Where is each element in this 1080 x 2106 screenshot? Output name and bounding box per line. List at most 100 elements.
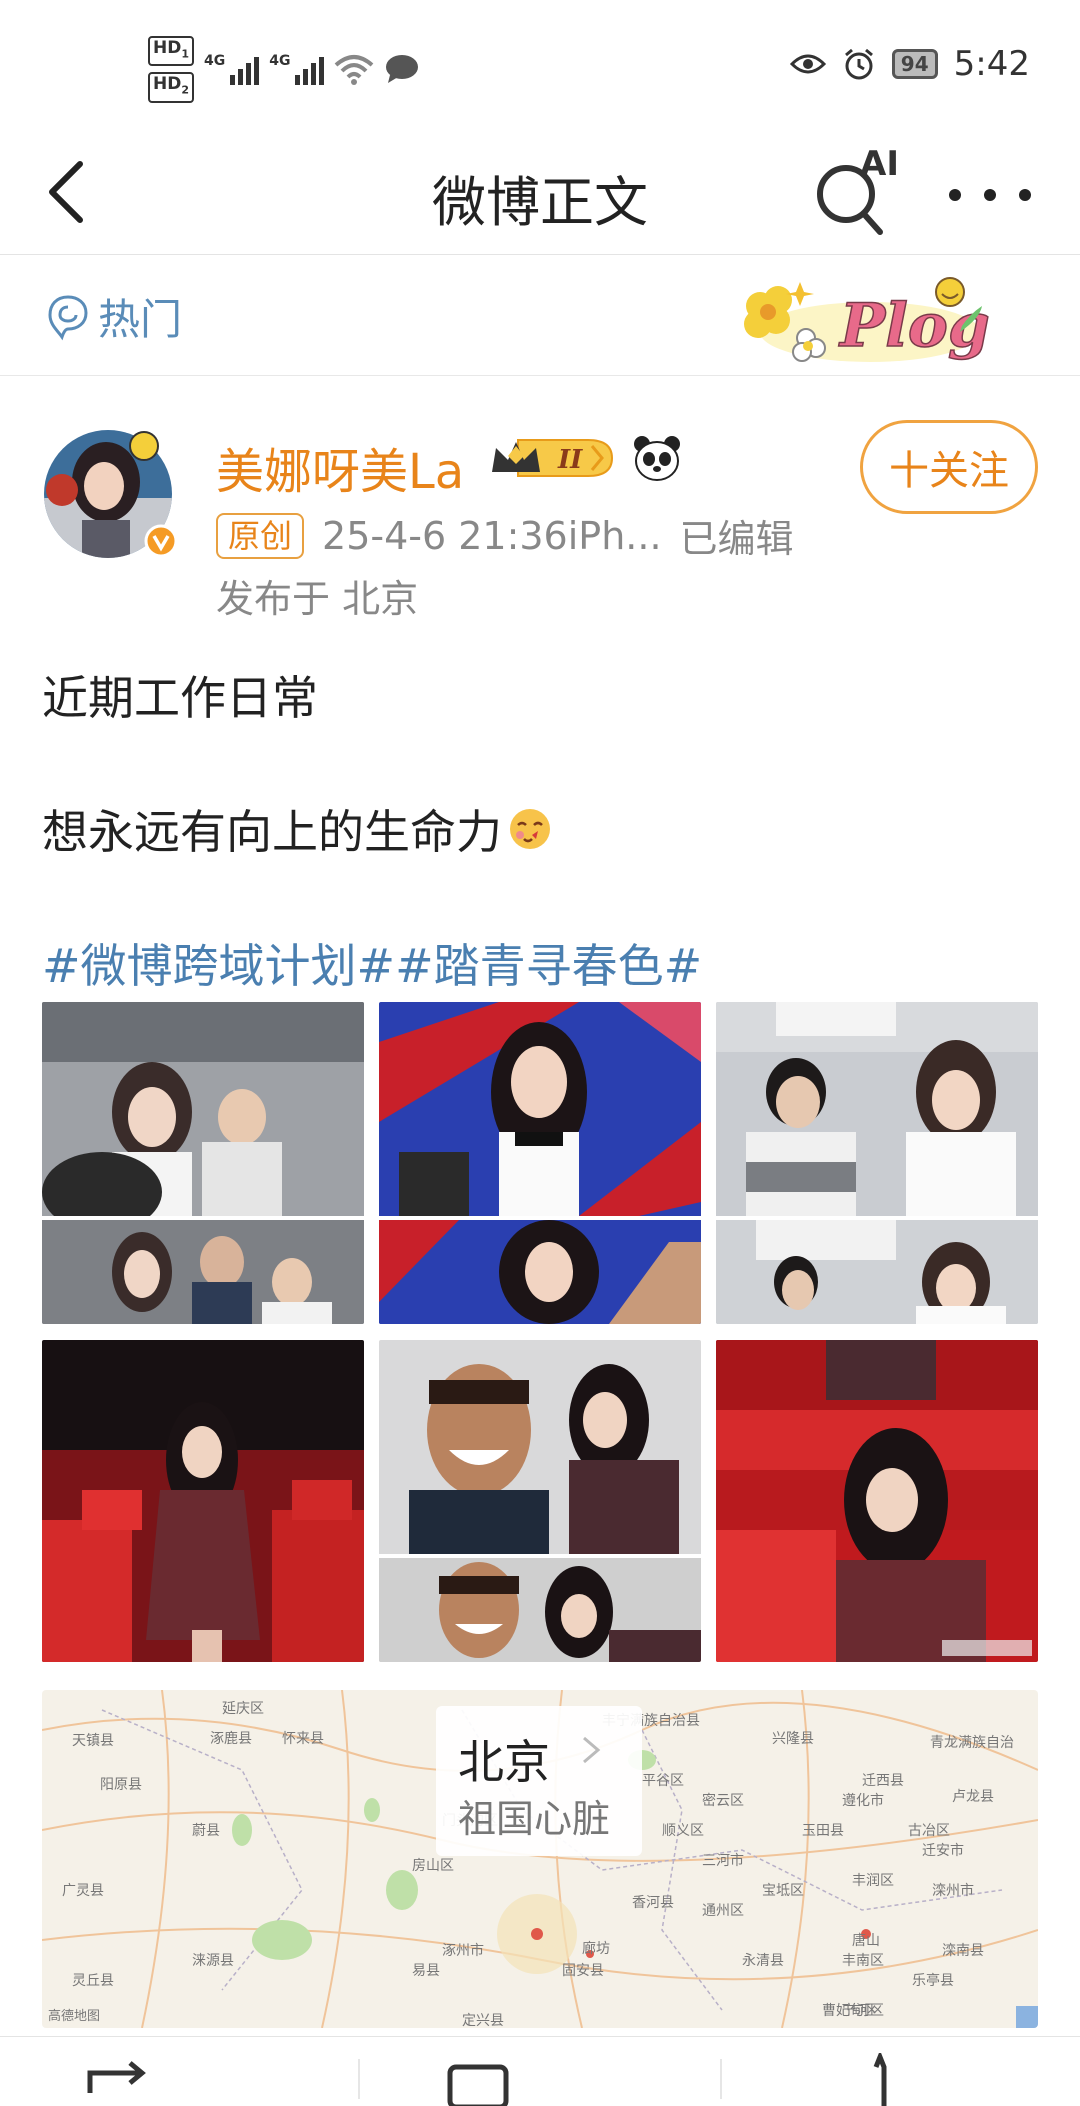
map-place-label: 蔚县: [192, 1823, 220, 1839]
post-timestamp: 25-4-6 21:36iPh...: [322, 513, 662, 558]
status-left: HD1 HD2 4G 4G: [148, 36, 420, 103]
map-location-card[interactable]: 北京 祖国心脏: [436, 1706, 642, 1856]
map-place-label: 遵化市: [842, 1793, 884, 1809]
clock: 5:42: [953, 44, 1030, 84]
topic-strip: 热门 Plog: [0, 256, 1080, 376]
map-subtitle: 祖国心脏: [458, 1797, 611, 1841]
map-place-label: 永清县: [742, 1953, 784, 1969]
map-place-label: 固安县: [562, 1963, 604, 1979]
map-place-label: 滦州市: [932, 1883, 974, 1899]
map-place-label: 通州区: [702, 1903, 744, 1919]
map-place-label: 密云区: [702, 1793, 744, 1809]
panda-icon: [634, 436, 680, 481]
wifi-icon: [335, 55, 374, 86]
map-place-label: 迁安市: [922, 1843, 964, 1859]
map-place-label: 青龙满族自治: [930, 1735, 1014, 1751]
map-place-label: 曹妃甸区: [822, 2003, 878, 2019]
flower-icon: [744, 286, 792, 338]
post-line-2: 想永远有向上的生命力: [42, 805, 502, 859]
photo-4[interactable]: [42, 1340, 364, 1662]
author-name[interactable]: 美娜呀美La: [216, 432, 464, 502]
map-place-label: 丰润区: [852, 1873, 894, 1889]
hot-link[interactable]: 热门: [46, 286, 182, 347]
map-place-label: 阳原县: [100, 1777, 142, 1793]
post-meta: 原创 25-4-6 21:36iPh... 已编辑: [216, 508, 794, 563]
location-map[interactable]: 延庆区怀来县涿鹿县平谷区密云区兴隆县顺义区门头沟区通州区房山区廊坊三河市玉田县丰…: [42, 1690, 1038, 2028]
edited-label[interactable]: 已编辑: [680, 508, 794, 563]
map-place-label: 天镇县: [72, 1733, 114, 1749]
map-place-label: 兴隆县: [772, 1731, 814, 1747]
follow-button[interactable]: 十关注: [860, 420, 1038, 514]
ai-search-button[interactable]: AI: [812, 142, 902, 242]
hd-badge-2: HD2: [148, 72, 194, 103]
bottom-action-bar: [0, 2036, 1080, 2106]
post-location: 发布于 北京: [216, 577, 419, 621]
chevron-right-icon: [583, 1736, 601, 1764]
photo-1-image: [42, 1002, 364, 1324]
map-place-label: 易县: [412, 1963, 440, 1979]
comment-icon[interactable]: [440, 2053, 520, 2106]
hot-topic-icon: [48, 294, 88, 340]
map-place-label: 顺义区: [662, 1823, 704, 1839]
image-grid: [42, 1002, 1038, 1662]
map-place-label: 三河市: [702, 1853, 744, 1869]
hd-indicators: HD1 HD2: [148, 36, 194, 103]
original-tag: 原创: [216, 512, 305, 559]
photo-2[interactable]: [379, 1002, 701, 1324]
kiss-emoji-icon: [510, 809, 550, 849]
map-place-label: 廊坊: [582, 1941, 610, 1957]
photo-3[interactable]: [716, 1002, 1038, 1324]
bottom-divider-2: [720, 2059, 722, 2099]
map-place-label: 乐亭县: [912, 1973, 954, 1989]
crown-level-badge-icon[interactable]: II: [488, 432, 618, 484]
hot-label: 热门: [98, 295, 183, 344]
photo-5-image: [379, 1340, 701, 1662]
map-place-label: 延庆区: [222, 1701, 264, 1717]
map-place-label: 玉田县: [802, 1823, 844, 1839]
smiley-icon: [935, 277, 965, 307]
like-icon[interactable]: [840, 2053, 920, 2106]
status-right: 94 5:42: [789, 44, 1030, 84]
author-badges: II: [488, 432, 682, 484]
eye-icon: [789, 54, 826, 74]
battery-indicator: 94: [891, 49, 938, 79]
map-provider-logo: 高德地图: [48, 2009, 101, 2024]
photo-5[interactable]: [379, 1340, 701, 1662]
map-place-label: 涿鹿县: [210, 1731, 252, 1747]
map-place-label: 怀来县: [282, 1731, 324, 1747]
map-place-label: 古冶区: [908, 1823, 950, 1839]
photo-1[interactable]: [42, 1002, 364, 1324]
map-place-label: 涞源县: [192, 1953, 234, 1969]
map-place-label: 滦南县: [942, 1943, 984, 1959]
map-place-label: 广灵县: [62, 1883, 104, 1899]
map-place-label: 唐山: [852, 1933, 880, 1949]
map-place-label: 香河县: [632, 1895, 674, 1911]
plog-sticker[interactable]: Plog: [730, 262, 990, 372]
map-city: 北京: [458, 1735, 550, 1789]
post-line-2-wrap: 想永远有向上的生命力: [42, 796, 554, 862]
photo-4-image: [42, 1340, 364, 1662]
photo-2-image: [379, 1002, 701, 1324]
message-icon: [386, 55, 419, 84]
photo-3-image: [716, 1002, 1038, 1324]
signal-icon-1: 4G: [204, 53, 260, 86]
bottom-divider-1: [358, 2059, 360, 2099]
verified-badge-icon: [144, 524, 178, 558]
signal-icon-2: 4G: [269, 53, 325, 86]
photo-6[interactable]: [716, 1340, 1038, 1662]
repost-icon[interactable]: [80, 2053, 160, 2106]
map-place-label: 定兴县: [462, 2013, 504, 2028]
page-title: 微博正文: [432, 171, 648, 234]
hd-badge-1: HD1: [148, 36, 194, 67]
map-place-label: 灵丘县: [72, 1973, 114, 1989]
post-line-1: 近期工作日常: [42, 671, 318, 725]
map-place-label: 宝坻区: [762, 1883, 804, 1899]
ai-label: AI: [860, 144, 899, 184]
hashtag-links[interactable]: #微博跨域计划##踏青寻春色#: [42, 930, 702, 996]
avatar[interactable]: [42, 428, 178, 560]
nav-bar: 微博正文 AI: [0, 130, 1080, 255]
svg-text:II: II: [557, 445, 583, 475]
photo-6-image: [716, 1340, 1038, 1662]
alarm-icon: [844, 48, 873, 80]
more-icon[interactable]: [945, 170, 1035, 220]
